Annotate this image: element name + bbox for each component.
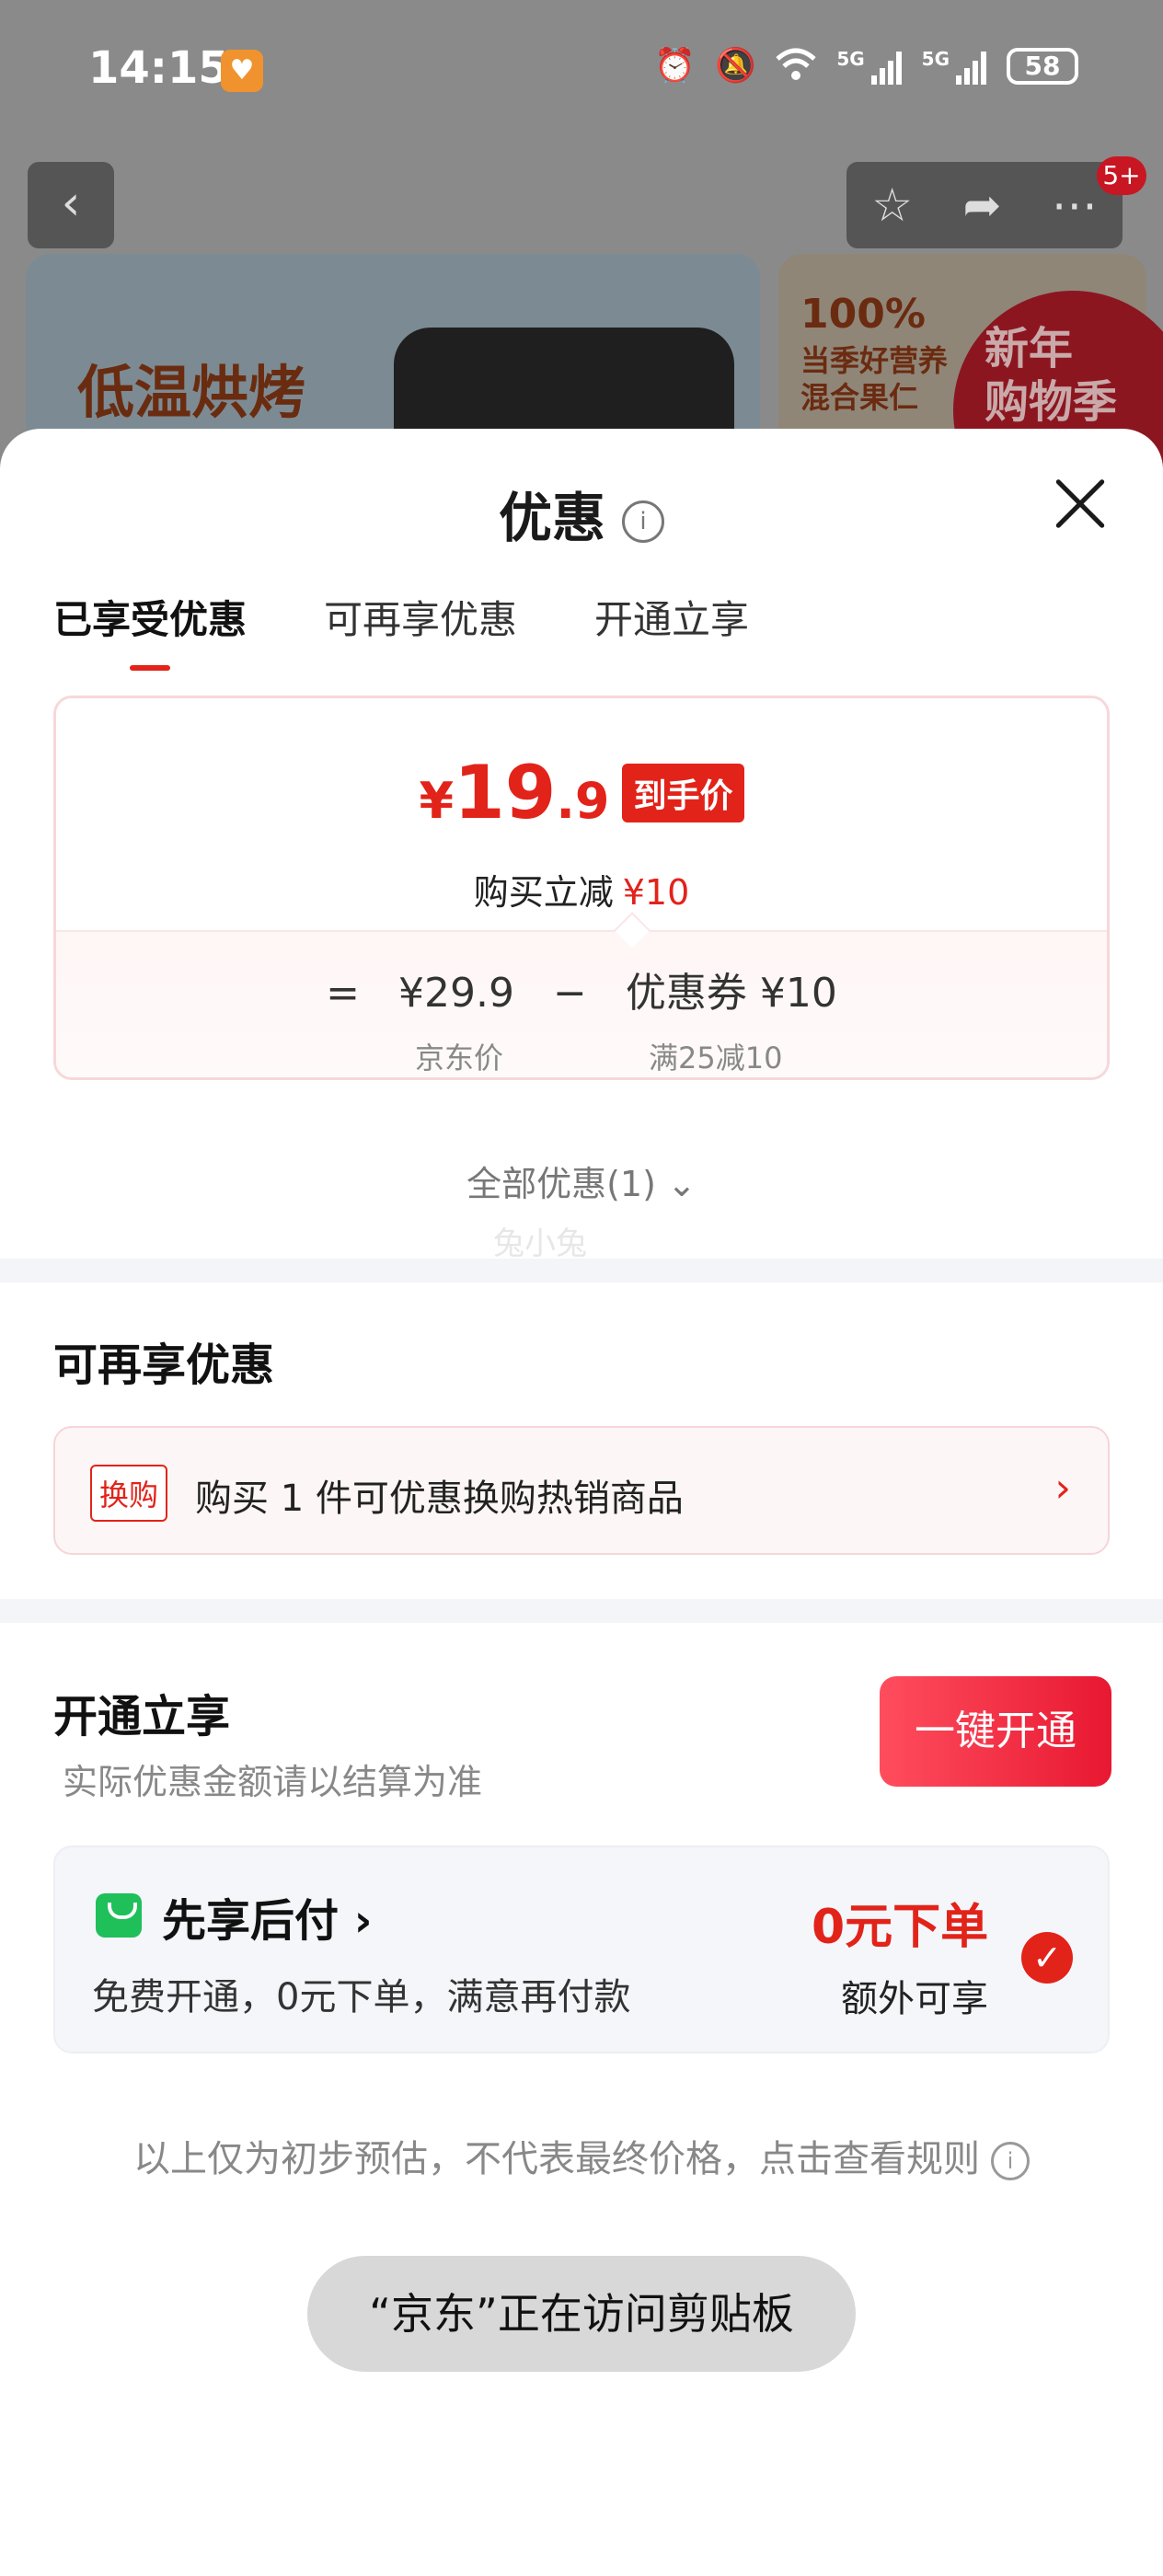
alarm-icon: ⏰: [654, 47, 697, 85]
promo-text: 新年 购物季: [985, 322, 1117, 429]
offer-tabs: 已享受优惠 可再享优惠 开通立享: [53, 589, 749, 671]
open-now-title: 开通立享: [53, 1691, 231, 1742]
network-label-2: 5G: [921, 48, 950, 70]
final-price-tag: 到手价: [622, 763, 744, 822]
tab-enjoyed-offers[interactable]: 已享受优惠: [53, 589, 247, 671]
chevron-right-icon: ›: [1054, 1465, 1071, 1512]
more-dots-icon[interactable]: ⋯: [1052, 178, 1098, 232]
close-button[interactable]: [1051, 475, 1110, 534]
chevron-right-icon: ›: [353, 1895, 373, 1947]
final-price: ¥19.9: [419, 750, 609, 835]
info-icon[interactable]: i: [991, 2142, 1030, 2180]
price-breakdown-card: ¥19.9 到手价 购买立减 ¥10 = ¥29.9 − 优惠券 ¥10 京东价 满…: [53, 696, 1110, 1080]
watermark: 兔小兔: [493, 1225, 587, 1262]
banner-left-text: 低温烘烤: [77, 359, 306, 426]
section-divider: [0, 1599, 1163, 1623]
original-price-label: 京东价: [415, 1041, 504, 1075]
pay-later-title-text: 先享后付: [162, 1895, 340, 1947]
minus-sign: −: [553, 970, 587, 1017]
section-divider: [0, 1259, 1163, 1282]
selected-check-icon[interactable]: ✓: [1021, 1932, 1073, 1984]
sheet-title: 优惠 i: [0, 475, 1163, 552]
banner-right-percent: 100%: [800, 291, 926, 338]
instant-reduction: 购买立减 ¥10: [56, 864, 1107, 914]
equals-sign: =: [326, 970, 361, 1017]
exchange-offer-row[interactable]: 换购 购买 1 件可优惠换购热销商品 ›: [53, 1426, 1110, 1555]
banner-right-text: 当季好营养 混合果仁: [800, 342, 948, 416]
mute-bell-icon: 🔕: [715, 47, 757, 85]
reduce-amount: ¥10: [622, 872, 690, 913]
favorite-star-icon[interactable]: ☆: [871, 178, 913, 232]
promo-line2: 购物季: [985, 376, 1118, 428]
signal-icon-2: 5G: [922, 48, 986, 85]
pay-later-card[interactable]: 先享后付 › 免费开通，0元下单，满意再付款 0元下单 额外可享 ✓: [53, 1846, 1110, 2053]
signal-icon-1: 5G: [836, 48, 902, 85]
top-action-group: ☆ ➦ ⋯: [846, 162, 1123, 248]
exchange-text: 购买 1 件可优惠换购热销商品: [195, 1478, 684, 1520]
all-offers-toggle[interactable]: 全部优惠(1) ⌄: [0, 1156, 1163, 1206]
price-decimal: .9: [556, 772, 610, 830]
coupon-amount: 优惠券 ¥10: [625, 970, 837, 1017]
disclaimer-text: 以上仅为初步预估，不代表最终价格，点击查看规则: [133, 2138, 980, 2180]
sheet-title-text: 优惠: [498, 487, 605, 549]
chevron-down-icon: ⌄: [667, 1164, 697, 1204]
wifi-icon: [776, 46, 816, 86]
heart-app-icon: ♥: [221, 50, 263, 92]
one-click-open-button[interactable]: 一键开通: [880, 1676, 1111, 1787]
pay-later-title[interactable]: 先享后付 ›: [162, 1884, 373, 1949]
promo-line1: 新年: [985, 323, 1074, 374]
clipboard-toast: “京东”正在访问剪贴板: [307, 2256, 856, 2372]
exchange-tag: 换购: [90, 1465, 168, 1522]
tab-open-now[interactable]: 开通立享: [594, 589, 749, 645]
status-icons: ⏰ 🔕 5G 5G 58: [654, 46, 1078, 86]
price-integer: 19: [454, 750, 557, 835]
all-offers-label: 全部优惠(1): [466, 1164, 656, 1204]
price-disclaimer[interactable]: 以上仅为初步预估，不代表最终价格，点击查看规则 i: [0, 2129, 1163, 2182]
reusable-offers-title: 可再享优惠: [53, 1340, 275, 1391]
status-time: 14:15: [88, 42, 229, 94]
banner-right-line3: 混合果仁: [800, 380, 919, 415]
original-price: ¥29.9: [398, 970, 514, 1017]
banner-right-line2: 当季好营养: [800, 343, 949, 378]
notification-badge: 5+: [1097, 156, 1146, 195]
offers-sheet: 优惠 i 已享受优惠 可再享优惠 开通立享 ¥19.9 到手价 购买立减 ¥10 = …: [0, 429, 1163, 2576]
price-currency: ¥: [419, 772, 455, 830]
coupon-condition: 满25减10: [649, 1041, 783, 1075]
status-bar: 14:15 ♥ ⏰ 🔕 5G 5G 58: [0, 0, 1163, 138]
network-label-1: 5G: [836, 48, 865, 70]
shopping-bag-icon: [96, 1893, 142, 1938]
share-icon[interactable]: ➦: [962, 178, 1001, 232]
price-formula: = ¥29.9 − 优惠券 ¥10: [56, 960, 1107, 1018]
info-icon[interactable]: i: [622, 500, 664, 543]
tab-more-offers[interactable]: 可再享优惠: [324, 589, 517, 645]
extra-benefit-label: 额外可享: [841, 1978, 988, 2020]
reduce-label: 购买立减: [473, 872, 614, 913]
pay-later-description: 免费开通，0元下单，满意再付款: [92, 1976, 631, 2018]
zero-yuan-order: 0元下单: [812, 1900, 989, 1955]
back-button[interactable]: ‹: [28, 162, 114, 248]
final-price-row: ¥19.9 到手价: [56, 750, 1107, 835]
battery-indicator: 58: [1007, 48, 1078, 85]
open-now-subtitle: 实际优惠金额请以结算为准: [63, 1762, 483, 1802]
